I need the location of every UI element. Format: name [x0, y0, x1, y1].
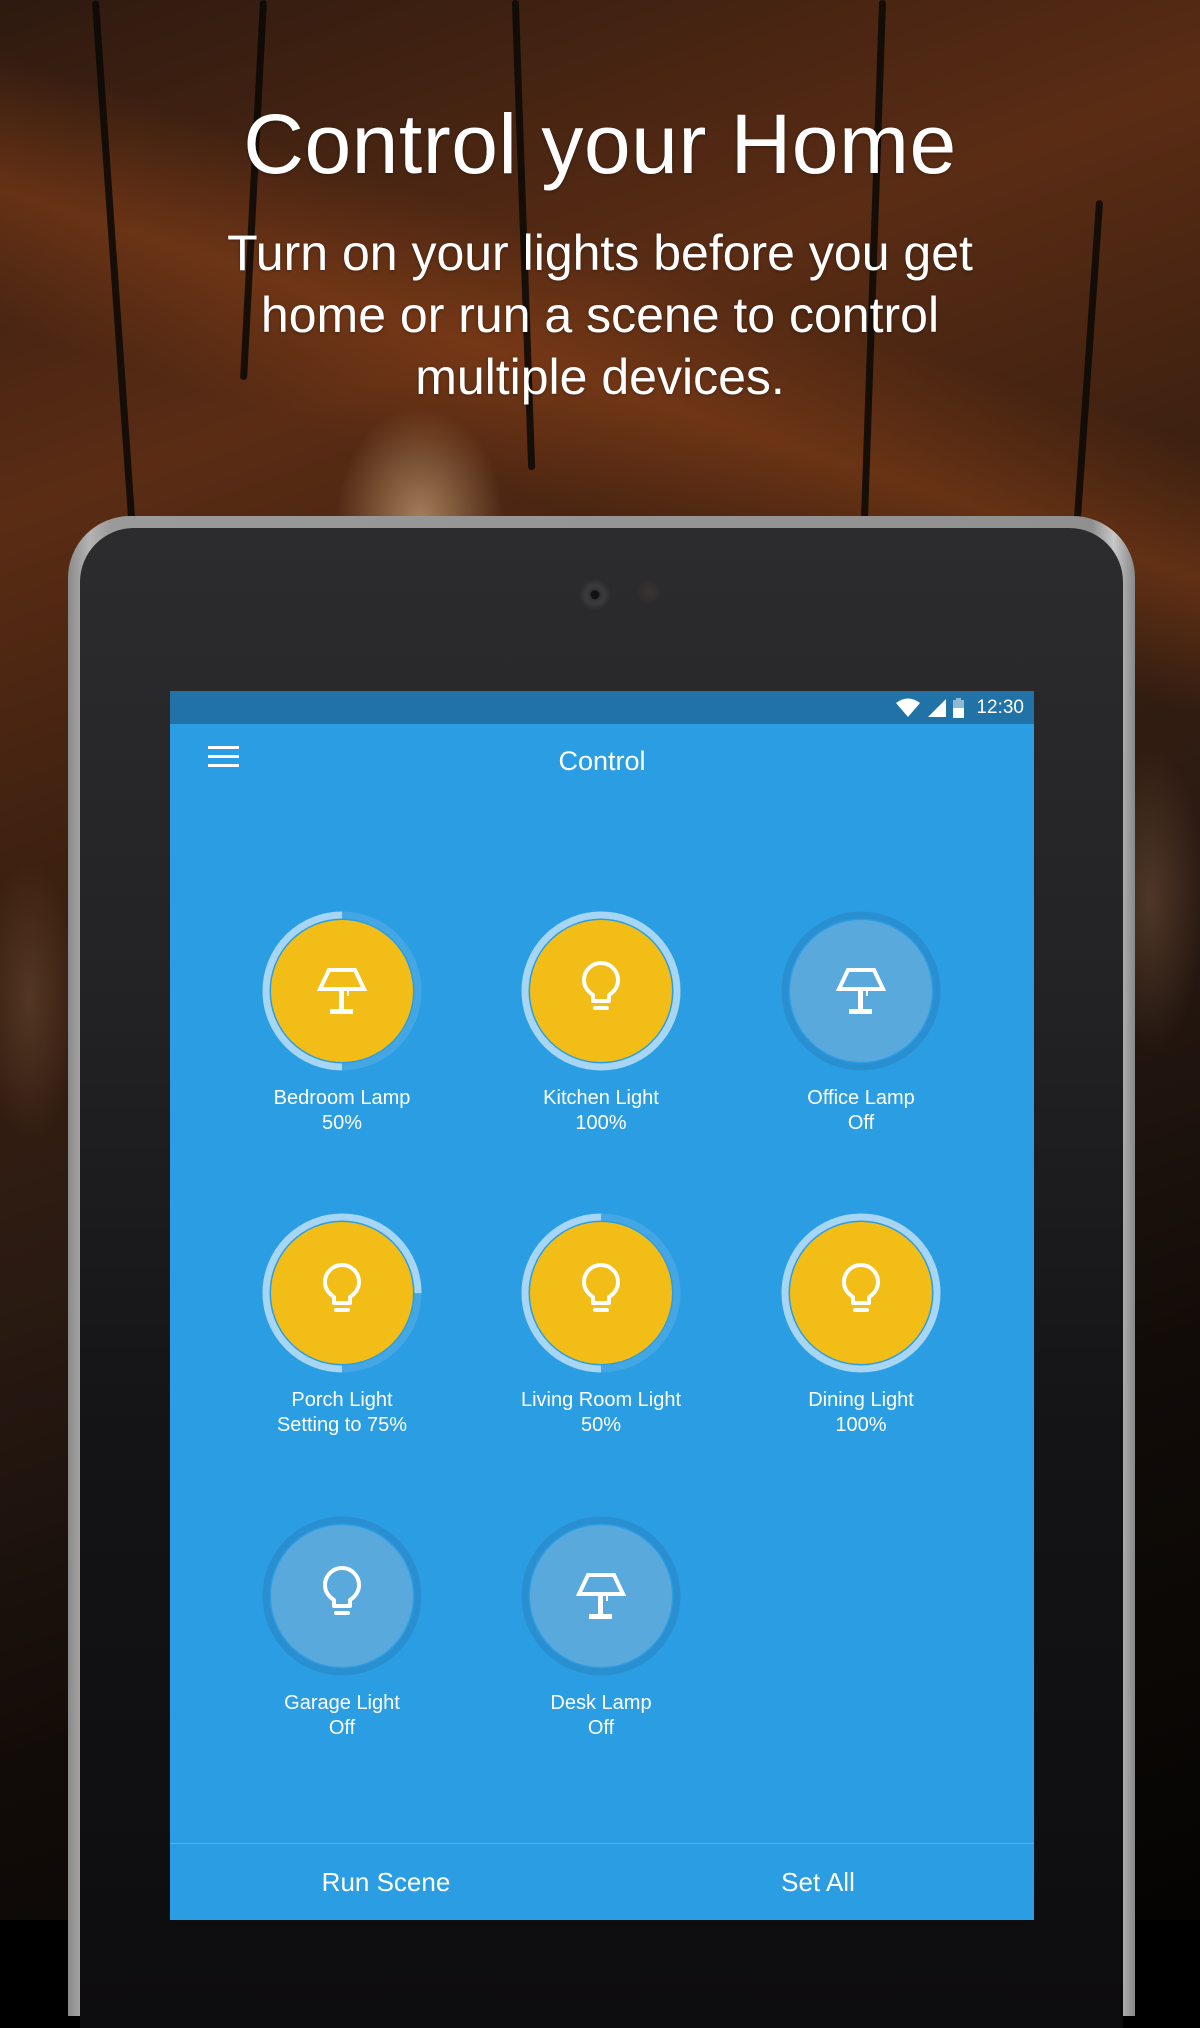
device-name: Garage Light [284, 1692, 400, 1714]
device-state: Off [847, 1112, 875, 1134]
device-tile[interactable]: Bedroom Lamp 50% [232, 911, 452, 1151]
bulb-icon [831, 1263, 891, 1323]
device-state: 50% [580, 1414, 622, 1436]
bulb-icon [571, 1263, 631, 1323]
device-state: Off [587, 1717, 615, 1739]
device-name: Dining Light [808, 1389, 914, 1411]
status-time: 12:30 [976, 696, 1024, 718]
device-tile[interactable]: Office Lamp Off [751, 911, 971, 1151]
app-bar: Control [170, 724, 1034, 804]
device-state: 100% [835, 1414, 887, 1436]
bulb-icon [312, 1263, 372, 1323]
bulb-icon [571, 961, 631, 1021]
device-name: Desk Lamp [550, 1692, 652, 1714]
device-state: 100% [575, 1112, 627, 1134]
front-camera [578, 576, 612, 610]
light-sensor [638, 581, 660, 603]
device-tile[interactable]: Kitchen Light 100% [491, 911, 711, 1151]
promo-headline: Control your Home [243, 97, 957, 191]
device-tile[interactable]: Desk Lamp Off [491, 1516, 711, 1756]
bulb-icon [312, 1566, 372, 1626]
device-name: Living Room Light [520, 1389, 682, 1411]
device-name: Office Lamp [807, 1087, 915, 1109]
device-tile[interactable]: Living Room Light 50% [491, 1213, 711, 1453]
status-bar: 12:30 [170, 691, 1034, 724]
device-state: Off [328, 1717, 356, 1739]
device-name: Porch Light [291, 1389, 393, 1411]
lamp-icon [831, 961, 891, 1021]
device-tile[interactable]: Porch Light Setting to 75% [232, 1213, 452, 1453]
device-tile[interactable]: Garage Light Off [232, 1516, 452, 1756]
set-all-button[interactable]: Set All [602, 1844, 1034, 1920]
wifi-icon [896, 698, 921, 717]
device-name: Bedroom Lamp [273, 1087, 411, 1109]
lamp-icon [571, 1566, 631, 1626]
page-title: Control [558, 746, 646, 776]
run-scene-button[interactable]: Run Scene [170, 1844, 602, 1920]
promo-subhead: Turn on your lights before you get home … [227, 225, 973, 405]
lamp-icon [312, 961, 372, 1021]
signal-icon [928, 698, 947, 717]
app-screen: 12:30 Control Bedroom Lamp 50% Kitchen Lig… [170, 691, 1034, 1920]
device-tile[interactable]: Dining Light 100% [751, 1213, 971, 1453]
device-state: 50% [321, 1112, 363, 1134]
device-name: Kitchen Light [543, 1087, 659, 1109]
device-state: Setting to 75% [276, 1414, 408, 1436]
battery-icon [953, 697, 965, 718]
